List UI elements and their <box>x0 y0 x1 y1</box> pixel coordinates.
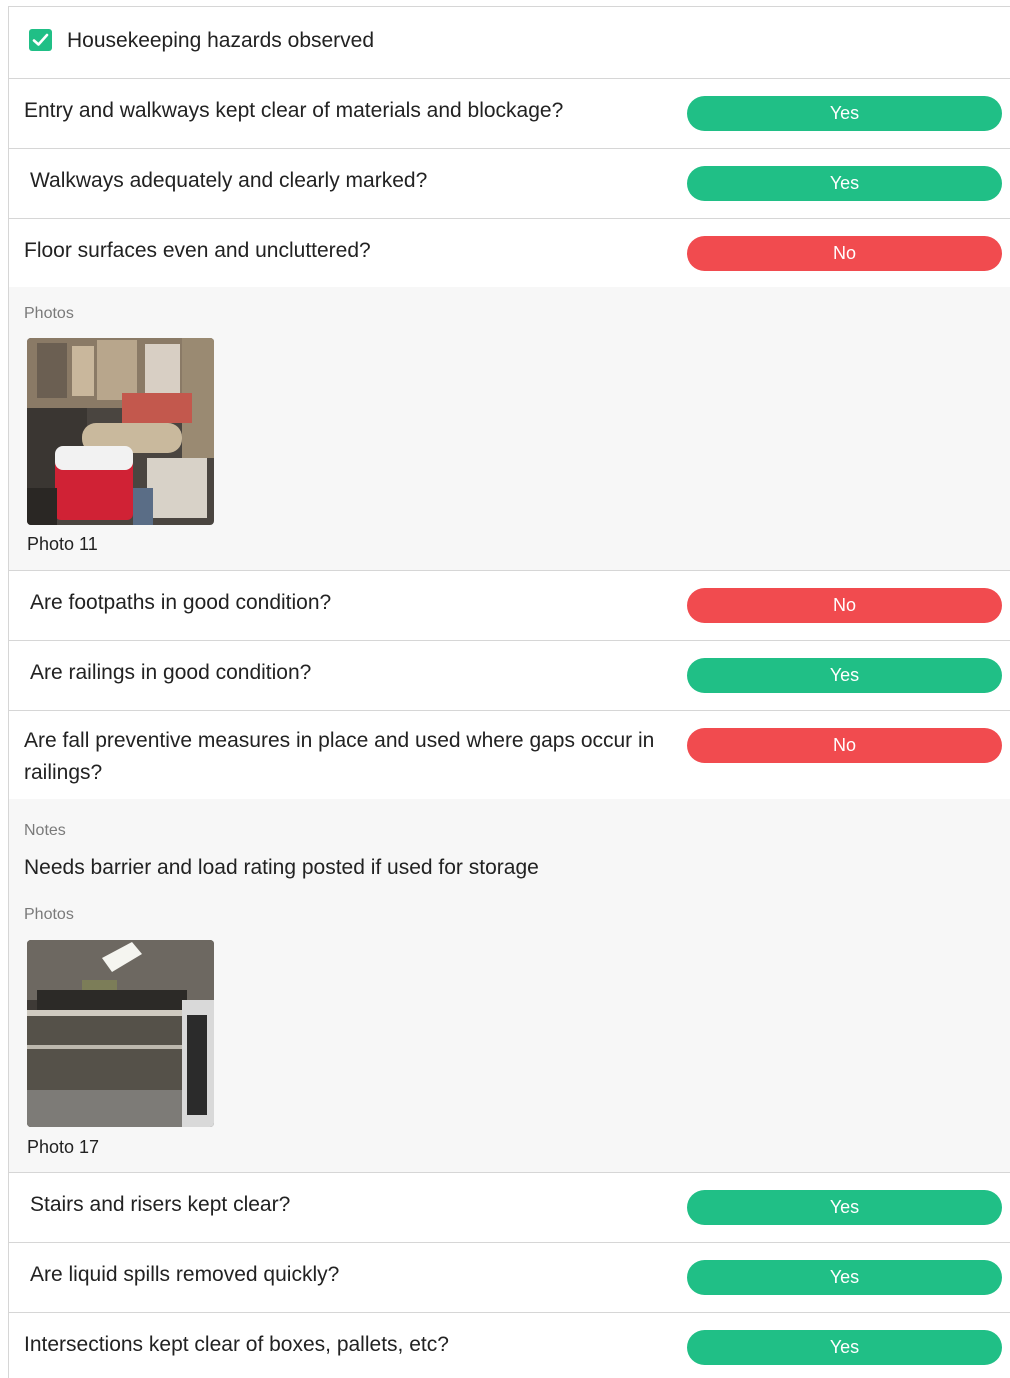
photo-thumbnail[interactable] <box>27 940 214 1127</box>
answer-no-button[interactable]: No <box>687 236 1002 271</box>
answer-no-button[interactable]: No <box>687 728 1002 763</box>
question-details: Photos Photo 11 <box>9 287 1010 570</box>
question-text: Are liquid spills removed quickly? <box>30 1263 340 1286</box>
answer-no-button[interactable]: No <box>687 588 1002 623</box>
section-checkbox[interactable] <box>29 29 52 51</box>
question-row: Floor surfaces even and uncluttered? No <box>9 219 1010 287</box>
question-row: Are liquid spills removed quickly? Yes <box>9 1243 1010 1312</box>
question-text: Walkways adequately and clearly marked? <box>30 169 428 192</box>
cabinet-photo <box>27 940 214 1127</box>
question-row: Are footpaths in good condition? No <box>9 571 1010 640</box>
storage-room-photo <box>27 338 214 525</box>
question-row: Walkways adequately and clearly marked? … <box>9 149 1010 218</box>
section-header[interactable]: Housekeeping hazards observed <box>9 7 1010 78</box>
question-row: Are fall preventive measures in place an… <box>9 711 1010 799</box>
photo-thumbnail[interactable] <box>27 338 214 525</box>
check-icon <box>32 33 49 46</box>
question-text: Entry and walkways kept clear of materia… <box>24 99 564 122</box>
question-row: Entry and walkways kept clear of materia… <box>9 79 1010 148</box>
photo-caption: Photo 11 <box>27 534 98 554</box>
answer-yes-button[interactable]: Yes <box>687 1330 1002 1365</box>
question-text: Are footpaths in good condition? <box>30 591 332 614</box>
section-title: Housekeeping hazards observed <box>67 29 375 52</box>
question-text: Intersections kept clear of boxes, palle… <box>24 1333 449 1356</box>
question-text: Are fall preventive measures in place an… <box>24 729 655 784</box>
answer-yes-button[interactable]: Yes <box>687 96 1002 131</box>
answer-yes-button[interactable]: Yes <box>687 658 1002 693</box>
question-text: Stairs and risers kept clear? <box>30 1193 291 1216</box>
question-text: Floor surfaces even and uncluttered? <box>24 239 371 262</box>
question-text: Are railings in good condition? <box>30 661 312 684</box>
photo-caption: Photo 17 <box>27 1137 100 1157</box>
question-row: Intersections kept clear of boxes, palle… <box>9 1313 1010 1378</box>
question-row: Stairs and risers kept clear? Yes <box>9 1173 1010 1242</box>
checklist-panel: Housekeeping hazards observed Entry and … <box>8 6 1010 1378</box>
notes-label: Notes <box>24 822 66 839</box>
question-row: Are railings in good condition? Yes <box>9 641 1010 710</box>
answer-yes-button[interactable]: Yes <box>687 166 1002 201</box>
answer-yes-button[interactable]: Yes <box>687 1260 1002 1295</box>
notes-text: Needs barrier and load rating posted if … <box>24 856 539 879</box>
question-details: Notes Needs barrier and load rating post… <box>9 799 1010 1172</box>
answer-yes-button[interactable]: Yes <box>687 1190 1002 1225</box>
photos-label: Photos <box>24 305 74 322</box>
photos-label: Photos <box>24 906 74 923</box>
